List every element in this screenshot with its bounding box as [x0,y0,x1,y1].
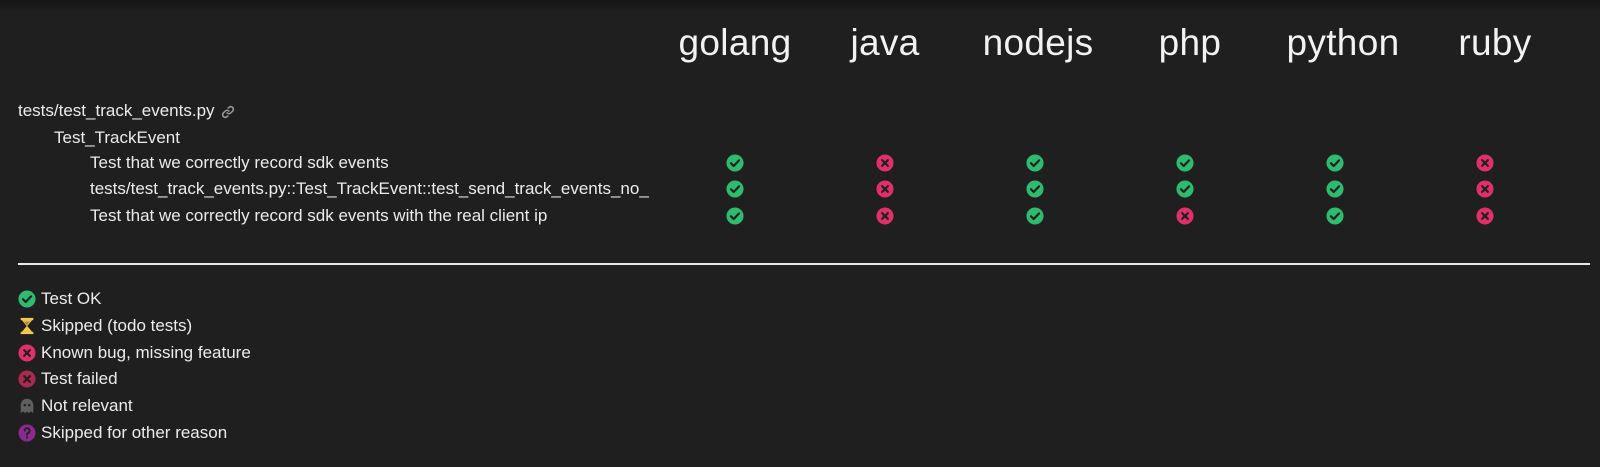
x-circle-icon[interactable] [1476,180,1494,198]
legend-label: Test failed [41,369,118,388]
check-circle-icon[interactable] [1026,180,1044,198]
check-circle-icon[interactable] [726,207,744,225]
test-file-row: tests/test_track_events.py [18,101,235,121]
legend-item: Test failed [18,369,118,389]
test-file-name: tests/test_track_events.py [18,101,215,120]
column-header-ruby: ruby [1458,22,1532,63]
legend-label: Skipped for other reason [41,423,228,442]
test-class-name: Test_TrackEvent [54,128,180,147]
legend-label: Skipped (todo tests) [41,316,193,335]
check-circle-icon[interactable] [1026,207,1044,225]
test-row-label: Test that we correctly record sdk events… [90,206,548,225]
column-header-java: java [850,22,920,63]
column-header-golang: golang [678,22,792,63]
check-circle-icon[interactable] [726,154,744,172]
x-circle-icon[interactable] [876,154,894,172]
test-row-label: tests/test_track_events.py::Test_TrackEv… [90,179,649,198]
column-header-nodejs: nodejs [982,22,1094,63]
check-circle-icon[interactable] [1326,180,1344,198]
check-circle-icon[interactable] [726,180,744,198]
x-circle-icon[interactable] [876,180,894,198]
link-icon[interactable] [221,104,235,119]
test-row-label: Test that we correctly record sdk events [90,153,389,172]
check-circle-icon[interactable] [1326,207,1344,225]
legend-item: Test OK [18,289,101,309]
legend-label: Test OK [41,289,102,308]
check-circle-icon[interactable] [1176,180,1194,198]
check-circle-icon [18,290,41,308]
check-circle-icon[interactable] [1026,154,1044,172]
x-circle-icon[interactable] [1476,154,1494,172]
legend-label: Known bug, missing feature [41,343,251,362]
x-circle-icon[interactable] [1476,207,1494,225]
column-header-python: python [1286,22,1400,63]
ghost-icon [18,397,41,415]
x-circle-icon [18,344,41,362]
column-header-php: php [1158,22,1222,63]
hourglass-icon [18,317,41,335]
x-circle-dark-icon [18,370,41,388]
legend-label: Not relevant [41,396,133,415]
divider [18,263,1590,265]
legend-item: Skipped (todo tests) [18,316,192,336]
question-circle-icon [18,424,41,442]
check-circle-icon[interactable] [1176,154,1194,172]
legend-item: Known bug, missing feature [18,343,251,363]
x-circle-icon[interactable] [1176,207,1194,225]
check-circle-icon[interactable] [1326,154,1344,172]
legend-item: Skipped for other reason [18,423,227,443]
x-circle-icon[interactable] [876,207,894,225]
legend-item: Not relevant [18,396,133,416]
